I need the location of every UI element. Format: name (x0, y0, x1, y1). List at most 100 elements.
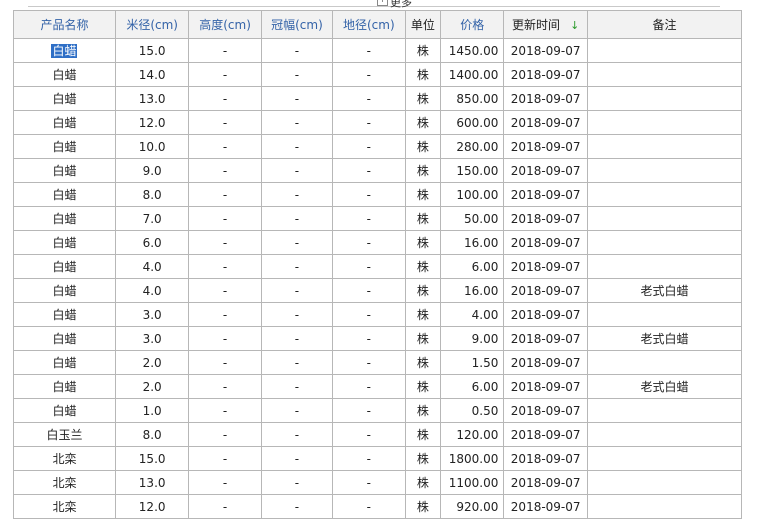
cell-height: - (188, 110, 262, 135)
cell-diameter: 8.0 (114, 182, 190, 207)
cell-ground-diameter: - (332, 86, 406, 111)
cell-diameter: 2.0 (114, 350, 190, 375)
column-header-update-time[interactable]: 更新时间 ↓ (503, 10, 588, 39)
cell-product-name: 白蜡 (13, 206, 116, 231)
cell-remark (586, 206, 743, 231)
cell-unit: 株 (404, 374, 442, 399)
table-row[interactable]: 北栾 12.0- - - 株 920.00 2018-09-07 (13, 494, 743, 519)
table-row[interactable]: 白蜡 3.0- - - 株 9.00 2018-09-07 老式白蜡 (13, 326, 743, 351)
cell-update-time: 2018-09-07 (503, 278, 588, 303)
cell-unit: 株 (404, 470, 442, 495)
table-row[interactable]: 白蜡 8.0- - - 株 100.00 2018-09-07 (13, 182, 743, 207)
cell-unit: 株 (404, 446, 442, 471)
cell-height: - (188, 86, 262, 111)
expand-icon[interactable]: + (377, 0, 388, 6)
cell-crown-width: - (260, 350, 334, 375)
cell-remark (586, 254, 743, 279)
cell-price: 1450.00 (440, 38, 505, 63)
cell-diameter: 14.0 (114, 62, 190, 87)
cell-price: 1100.00 (440, 470, 505, 495)
cell-unit: 株 (404, 158, 442, 183)
cell-crown-width: - (260, 254, 334, 279)
cell-product-name: 白蜡 (13, 350, 116, 375)
table-row[interactable]: 白蜡 12.0- - - 株 600.00 2018-09-07 (13, 110, 743, 135)
table-row[interactable]: 白蜡 1.0- - - 株 0.50 2018-09-07 (13, 398, 743, 423)
cell-unit: 株 (404, 110, 442, 135)
cell-height: - (188, 446, 262, 471)
column-header-label: 冠幅(cm) (271, 18, 323, 32)
price-table: 产品名称 米径(cm) 高度(cm) 冠幅(cm) 地径(cm) 单位 价格 更新时间 ↓ 备注 … (13, 10, 743, 519)
table-row[interactable]: 白蜡 4.0- - - 株 16.00 2018-09-07 老式白蜡 (13, 278, 743, 303)
table-row[interactable]: 白蜡 7.0- - - 株 50.00 2018-09-07 (13, 206, 743, 231)
column-header-price[interactable]: 价格 (440, 10, 505, 39)
cell-remark (586, 470, 743, 495)
table-row[interactable]: 白蜡 15.0- - - 株 1450.00 2018-09-07 (13, 38, 743, 63)
table-row[interactable]: 白蜡 4.0- - - 株 6.00 2018-09-07 (13, 254, 743, 279)
cell-height: - (188, 254, 262, 279)
cell-update-time: 2018-09-07 (503, 302, 588, 327)
more-link[interactable]: 更多 (390, 0, 412, 10)
cell-unit: 株 (404, 62, 442, 87)
cell-remark: 老式白蜡 (586, 278, 743, 303)
cell-unit: 株 (404, 86, 442, 111)
cell-remark (586, 62, 743, 87)
cell-diameter: 12.0 (114, 110, 190, 135)
cell-update-time: 2018-09-07 (503, 326, 588, 351)
column-header-label: 地径(cm) (342, 18, 395, 32)
cell-crown-width: - (260, 206, 334, 231)
table-row[interactable]: 白蜡 2.0- - - 株 6.00 2018-09-07 老式白蜡 (13, 374, 743, 399)
column-header-product-name[interactable]: 产品名称 (13, 10, 116, 39)
cell-price: 16.00 (440, 230, 505, 255)
cell-ground-diameter: - (332, 326, 406, 351)
cell-update-time: 2018-09-07 (503, 422, 588, 447)
column-header-ground-diameter[interactable]: 地径(cm) (332, 10, 406, 39)
cell-product-name: 白蜡 (13, 182, 116, 207)
cell-product-name: 白蜡 (13, 110, 116, 135)
cell-remark (586, 134, 743, 159)
table-row[interactable]: 白蜡 10.0- - - 株 280.00 2018-09-07 (13, 134, 743, 159)
column-header-label: 单位 (410, 18, 435, 32)
column-header-label: 高度(cm) (199, 18, 251, 32)
cell-diameter: 15.0 (114, 446, 190, 471)
column-header-diameter[interactable]: 米径(cm) (114, 10, 190, 39)
cell-ground-diameter: - (332, 182, 406, 207)
cell-diameter: 8.0 (114, 422, 190, 447)
table-header-row: 产品名称 米径(cm) 高度(cm) 冠幅(cm) 地径(cm) 单位 价格 更新时间 ↓ 备注 (13, 10, 743, 39)
cell-product-name: 白蜡 (13, 326, 116, 351)
cell-ground-diameter: - (332, 374, 406, 399)
cell-unit: 株 (404, 398, 442, 423)
table-row[interactable]: 北栾 15.0- - - 株 1800.00 2018-09-07 (13, 446, 743, 471)
top-strip: + 更多 (28, 0, 720, 10)
cell-crown-width: - (260, 158, 334, 183)
cell-ground-diameter: - (332, 254, 406, 279)
cell-unit: 株 (404, 278, 442, 303)
table-row[interactable]: 白蜡 2.0- - - 株 1.50 2018-09-07 (13, 350, 743, 375)
table-row[interactable]: 北栾 13.0- - - 株 1100.00 2018-09-07 (13, 470, 743, 495)
cell-height: - (188, 374, 262, 399)
column-header-unit[interactable]: 单位 (404, 10, 442, 39)
cell-price: 1.50 (440, 350, 505, 375)
cell-unit: 株 (404, 230, 442, 255)
column-header-label: 产品名称 (40, 18, 89, 32)
cell-crown-width: - (260, 374, 334, 399)
cell-diameter: 6.0 (114, 230, 190, 255)
cell-price: 0.50 (440, 398, 505, 423)
column-header-crown-width[interactable]: 冠幅(cm) (260, 10, 334, 39)
table-row[interactable]: 白蜡 6.0- - - 株 16.00 2018-09-07 (13, 230, 743, 255)
cell-product-name: 白蜡 (13, 86, 116, 111)
cell-product-name: 白蜡 (13, 62, 116, 87)
cell-crown-width: - (260, 38, 334, 63)
arrow-down-icon[interactable]: ↓ (570, 19, 579, 32)
cell-ground-diameter: - (332, 38, 406, 63)
table-row[interactable]: 白蜡 9.0- - - 株 150.00 2018-09-07 (13, 158, 743, 183)
table-row[interactable]: 白蜡 14.0- - - 株 1400.00 2018-09-07 (13, 62, 743, 87)
cell-height: - (188, 470, 262, 495)
column-header-height[interactable]: 高度(cm) (188, 10, 262, 39)
table-row[interactable]: 白玉兰 8.0- - - 株 120.00 2018-09-07 (13, 422, 743, 447)
column-header-remark[interactable]: 备注 (586, 10, 743, 39)
cell-diameter: 13.0 (114, 470, 190, 495)
cell-ground-diameter: - (332, 158, 406, 183)
cell-unit: 株 (404, 254, 442, 279)
table-row[interactable]: 白蜡 13.0- - - 株 850.00 2018-09-07 (13, 86, 743, 111)
table-row[interactable]: 白蜡 3.0- - - 株 4.00 2018-09-07 (13, 302, 743, 327)
